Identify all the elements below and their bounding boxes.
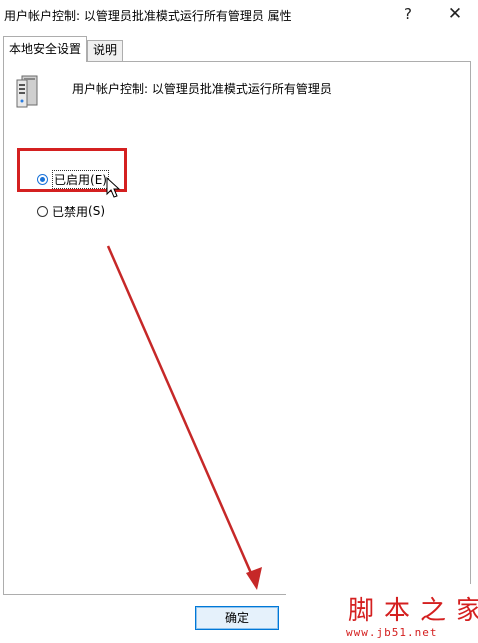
watermark: 脚本之家 www.jb51.net — [286, 584, 478, 643]
disabled-accesskey: (S) — [88, 204, 105, 218]
watermark-url: www.jb51.net — [346, 626, 438, 639]
tab-strip: 本地安全设置 说明 — [0, 36, 478, 62]
window-title: 用户帐户控制: 以管理员批准模式运行所有管理员 属性 — [4, 9, 292, 23]
ok-button[interactable]: 确定 — [195, 606, 279, 630]
disabled-radio[interactable] — [37, 205, 48, 217]
annotation-highlight-box — [17, 148, 127, 192]
tab-panel — [3, 61, 471, 595]
help-button[interactable]: ? — [391, 0, 425, 30]
server-icon — [16, 75, 38, 108]
watermark-text: 脚本之家 — [348, 596, 478, 626]
title-bar: 用户帐户控制: 以管理员批准模式运行所有管理员 属性 ? ✕ — [0, 0, 478, 30]
tab-explain[interactable]: 说明 — [87, 40, 124, 61]
policy-title: 用户帐户控制: 以管理员批准模式运行所有管理员 — [72, 82, 332, 96]
disabled-option[interactable]: 已禁用 (S) — [37, 202, 105, 220]
close-button[interactable]: ✕ — [438, 0, 472, 30]
disabled-label: 已禁用 — [52, 204, 89, 219]
tab-local-security-setting[interactable]: 本地安全设置 — [3, 36, 88, 62]
